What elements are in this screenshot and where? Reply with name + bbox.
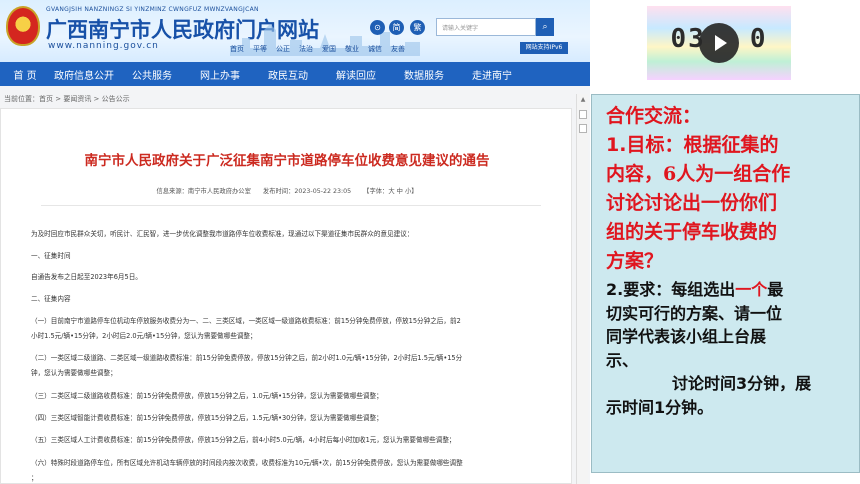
article-paragraph: （一）目前南宁市道路停车位机动车停放服务收费分为一、二、三类区域，一类区域一级道… <box>31 317 461 325</box>
nav-item-interaction[interactable]: 政民互动 <box>254 67 322 82</box>
national-emblem-icon <box>6 6 40 46</box>
article-paragraph: 小时1.5元/辆•15分钟，2小时后2.0元/辆•15分钟，您认为需要做哪些调整… <box>31 332 257 340</box>
section-heading: 二、征集内容 <box>31 295 71 303</box>
nav-item-home[interactable]: 首 页 <box>0 67 50 82</box>
article-paragraph: 钟，您认为需要做哪些调整； <box>31 369 117 377</box>
site-pinyin: GVANGJSIH NANZNINGZ SI YINZMINZ CWNGFUZ … <box>46 6 259 13</box>
search-input[interactable]: 请输入关键字 <box>436 18 536 36</box>
header-link[interactable]: 法治 <box>299 45 313 53</box>
requirement-line: 示、 <box>606 350 639 370</box>
slide: GVANGJSIH NANZNINGZ SI YINZMINZ CWNGFUZ … <box>0 0 860 484</box>
header-link[interactable]: 友善 <box>391 45 405 53</box>
nav-item-interpretation[interactable]: 解读回应 <box>322 67 390 82</box>
article-meta: 信息来源：南宁市人民政府办公室 发布时间：2023-05-22 23:05 【字… <box>1 186 573 195</box>
website-screenshot: GVANGJSIH NANZNINGZ SI YINZMINZ CWNGFUZ … <box>0 0 590 484</box>
task-heading: 合作交流： <box>606 105 702 127</box>
share-icon[interactable] <box>579 124 587 133</box>
requirement-line: 切实可行的方案、请一位 <box>606 303 783 323</box>
time-line: 示时间1分钟。 <box>606 396 859 420</box>
goal-line: 讨论讨论出一份你们 <box>606 192 778 214</box>
time-text: 分钟，展 <box>747 374 812 393</box>
accessibility-button[interactable]: ⊙ <box>370 20 385 35</box>
section-heading: 一、征集时间 <box>31 252 71 260</box>
goal-number: 1. <box>606 134 627 156</box>
ipv6-badge: 网站支持IPv6 <box>520 42 568 54</box>
goal-line: 方案？ <box>606 250 664 272</box>
requirement-line: 2.要求：每组选出一个最 <box>606 278 859 302</box>
main-nav: 首 页 政府信息公开 公共服务 网上办事 政民互动 解读回应 数据服务 走进南宁 <box>0 62 590 86</box>
simplified-chinese-button[interactable]: 简 <box>389 20 404 35</box>
article-panel: 南宁市人民政府关于广泛征集南宁市道路停车位收费意见建议的通告 信息来源：南宁市人… <box>0 108 572 484</box>
header-link[interactable]: 平等 <box>253 45 267 53</box>
header-link[interactable]: 首页 <box>230 45 244 53</box>
task-box: 合作交流： 1.目标：根据征集的 内容，6人为一组合作 讨论讨论出一份你们 组的… <box>591 94 860 473</box>
time-text: 示时间 <box>606 397 655 417</box>
requirement-text: 要求：每组选出 <box>623 280 736 299</box>
header-link[interactable]: 诚信 <box>368 45 382 53</box>
print-icon[interactable] <box>579 110 587 119</box>
goal-line: 1.目标：根据征集的 <box>606 131 859 160</box>
search-icon[interactable]: ⌕ <box>536 18 554 36</box>
goal-line: 内容，6人为一组合作 <box>606 163 791 185</box>
article-title: 南宁市人民政府关于广泛征集南宁市道路停车位收费意见建议的通告 <box>84 153 490 169</box>
article-paragraph: （二）一类区域二级道路、二类区域一级道路收费标准：前15分钟免费停放，停放15分… <box>31 354 463 362</box>
article-date: 发布时间：2023-05-22 23:05 <box>262 188 352 195</box>
article-paragraph: 为及时回应市民群众关切，听民计、汇民智，进一步优化调整我市道路停车位收费标准，现… <box>31 230 414 238</box>
time-line: 讨论时间3分钟，展 <box>606 372 859 396</box>
requirement-text: 最 <box>767 280 784 299</box>
divider <box>41 205 541 206</box>
nav-item-gov-info[interactable]: 政府信息公开 <box>50 67 118 82</box>
nav-item-public-service[interactable]: 公共服务 <box>118 67 186 82</box>
article-paragraph: （五）三类区域人工计费收费标准：前15分钟免费停放，停放15分钟之后，前4小时5… <box>31 436 456 444</box>
header-link[interactable]: 公正 <box>276 45 290 53</box>
article-paragraph: ； <box>31 474 38 482</box>
article-paragraph: （四）三类区域智能计费收费标准：前15分钟免费停放，停放15分钟之后，1.5元/… <box>31 414 383 422</box>
scroll-up-icon[interactable]: ▲ <box>579 96 587 104</box>
header-link[interactable]: 爱国 <box>322 45 336 53</box>
goal-line: 组的关于停车收费的 <box>606 221 778 243</box>
page-scrollbar[interactable]: ▲ <box>576 94 588 484</box>
requirement-line: 同学代表该小组上台展 <box>606 327 767 346</box>
requirement-highlight: 一个 <box>735 280 768 299</box>
site-url: www.nanning.gov.cn <box>48 41 159 51</box>
time-text: 讨论时间 <box>672 374 737 393</box>
presentation-minutes: 1 <box>654 397 666 417</box>
nav-item-about-nanning[interactable]: 走进南宁 <box>458 67 526 82</box>
discussion-minutes: 3 <box>736 374 748 393</box>
traditional-chinese-button[interactable]: 繁 <box>410 20 425 35</box>
requirement-number: 2. <box>606 280 624 299</box>
nav-item-online-service[interactable]: 网上办事 <box>186 67 254 82</box>
article-source: 信息来源：南宁市人民政府办公室 <box>156 188 251 195</box>
nav-item-data-service[interactable]: 数据服务 <box>390 67 458 82</box>
breadcrumb: 当前位置：首页 > 要闻资讯 > 公告公示 <box>4 95 130 103</box>
time-text: 分钟。 <box>665 397 714 417</box>
play-icon[interactable] <box>699 23 739 63</box>
site-header: GVANGJSIH NANZNINGZ SI YINZMINZ CWNGFUZ … <box>0 0 590 62</box>
countdown-video[interactable]: 03 0 <box>647 6 791 80</box>
article-paragraph: 自通告发布之日起至2023年6月5日。 <box>31 273 142 281</box>
article-paragraph: （六）特殊时段道路停车位，所有区域允许机动车辆停放的时间段内按次收费，收费标准为… <box>31 459 463 467</box>
value-links: 首页 平等 公正 法治 爱国 敬业 诚信 友善 <box>230 44 414 54</box>
header-link[interactable]: 敬业 <box>345 45 359 53</box>
goal-text: 目标：根据征集的 <box>626 134 779 156</box>
article-paragraph: （三）二类区域二级道路收费标准：前15分钟免费停放，停放15分钟之后，1.0元/… <box>31 392 383 400</box>
countdown-seconds: 0 <box>749 24 768 54</box>
font-size-control[interactable]: 【字体：大 中 小】 <box>363 188 417 195</box>
